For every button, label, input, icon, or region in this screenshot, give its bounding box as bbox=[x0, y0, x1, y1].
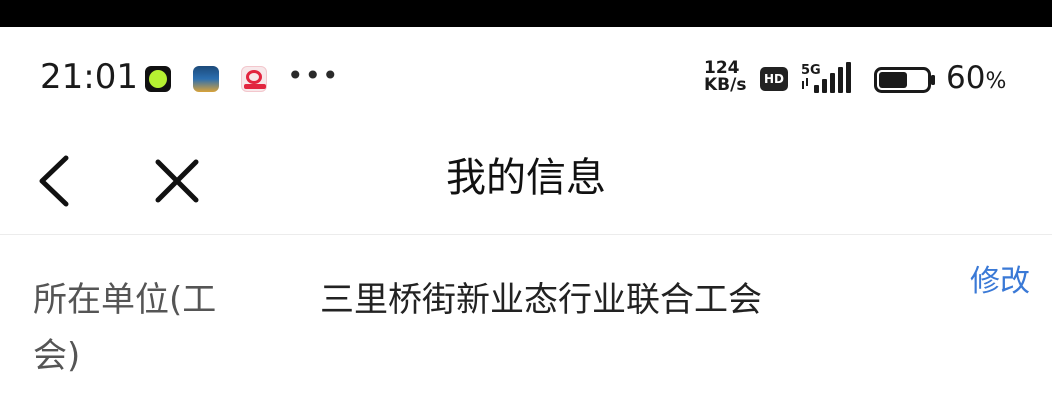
network-speed-unit: KB/s bbox=[704, 75, 747, 95]
edit-button[interactable]: 修改 bbox=[970, 260, 1030, 304]
union-field-label: 所在单位(工会) bbox=[33, 280, 217, 376]
battery-percentage: 60% bbox=[946, 58, 1006, 102]
green-dot-app-icon bbox=[145, 66, 171, 92]
navigation-bar: 我的信息 bbox=[0, 130, 1052, 235]
battery-percentage-unit: % bbox=[985, 69, 1007, 94]
battery-icon bbox=[874, 67, 935, 93]
status-bar: 21:01 ••• 124 KB/s HD 5G 60% bbox=[0, 27, 1052, 130]
network-speed: 124 KB/s bbox=[704, 60, 756, 94]
page-title: 我的信息 bbox=[446, 155, 606, 201]
cellular-signal-icon: 5G bbox=[801, 62, 851, 93]
more-notifications-icon: ••• bbox=[287, 59, 340, 92]
hd-voice-icon: HD bbox=[760, 67, 788, 91]
battery-fill bbox=[879, 72, 907, 88]
union-field-value: 三里桥街新业态行业联合工会 bbox=[320, 280, 762, 320]
status-time: 21:01 bbox=[40, 57, 138, 97]
top-black-bar bbox=[0, 0, 1052, 27]
network-type-label: 5G bbox=[801, 63, 821, 78]
info-section: 所在单位(工会) 三里桥街新业态行业联合工会 修改 bbox=[0, 236, 1052, 402]
blue-app-icon bbox=[193, 66, 219, 92]
battery-percentage-value: 60 bbox=[946, 60, 986, 96]
red-video-app-icon bbox=[241, 66, 267, 92]
